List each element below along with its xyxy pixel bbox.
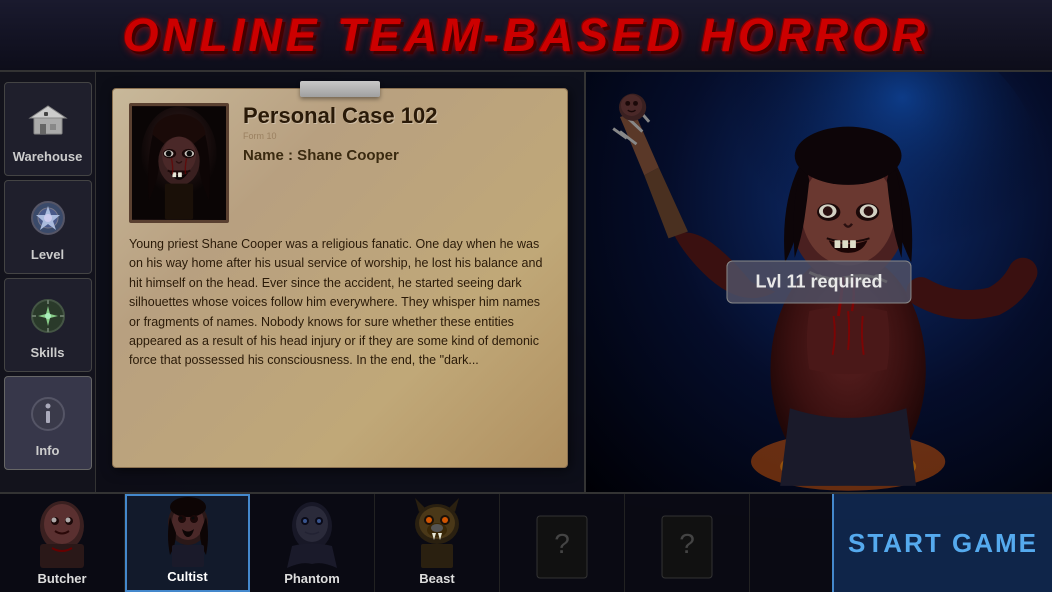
- sidebar-item-warehouse[interactable]: Warehouse: [4, 82, 92, 176]
- butcher-label: Butcher: [37, 571, 86, 586]
- case-paper: Personal Case 102 Form 10 Name : Shane C…: [112, 88, 568, 468]
- level-label: Level: [31, 247, 64, 262]
- sidebar: Warehouse Level Skills: [0, 72, 96, 492]
- char-slot-cultist[interactable]: Cultist: [125, 494, 250, 592]
- case-photo: [129, 103, 229, 223]
- cultist-preview: [127, 495, 248, 567]
- sidebar-item-level[interactable]: Level: [4, 180, 92, 274]
- case-header: Personal Case 102 Form 10 Name : Shane C…: [129, 103, 551, 223]
- phantom-preview: [250, 494, 374, 569]
- sidebar-item-skills[interactable]: Skills: [4, 278, 92, 372]
- case-name: Name : Shane Cooper: [243, 147, 551, 164]
- slot6-preview: ?: [625, 509, 749, 584]
- warehouse-label: Warehouse: [13, 149, 83, 164]
- slot5-preview: ?: [500, 509, 624, 584]
- svg-text:?: ?: [679, 528, 695, 559]
- char-slot-5[interactable]: ?: [500, 494, 625, 592]
- beast-preview: [375, 494, 499, 569]
- char-slot-6[interactable]: ?: [625, 494, 750, 592]
- char-slot-phantom[interactable]: Phantom: [250, 494, 375, 592]
- info-icon: [23, 389, 73, 439]
- sidebar-item-info[interactable]: Info: [4, 376, 92, 470]
- case-title-area: Personal Case 102 Form 10 Name : Shane C…: [243, 103, 551, 164]
- char-slot-butcher[interactable]: Butcher: [0, 494, 125, 592]
- monster-area: Lvl 11 required: [586, 72, 1052, 492]
- info-label: Info: [36, 443, 60, 458]
- case-body: Young priest Shane Cooper was a religiou…: [129, 235, 551, 371]
- bottom-bar: Butcher: [0, 492, 1052, 592]
- lvl-required-text: Lvl 11 required: [755, 272, 882, 292]
- svg-text:?: ?: [554, 528, 570, 559]
- skills-icon: [23, 291, 73, 341]
- title-bar: ONLINE TEAM-BASED HORROR: [0, 0, 1052, 72]
- cultist-label: Cultist: [167, 569, 207, 584]
- game-title: ONLINE TEAM-BASED HORROR: [123, 8, 929, 62]
- case-panel: Personal Case 102 Form 10 Name : Shane C…: [96, 72, 586, 492]
- start-game-label: START GAME: [848, 528, 1038, 559]
- case-faint-text: Form 10: [243, 131, 551, 141]
- character-slots: Butcher: [0, 494, 832, 592]
- char-slot-beast[interactable]: Beast: [375, 494, 500, 592]
- phantom-label: Phantom: [284, 571, 340, 586]
- butcher-preview: [0, 494, 124, 569]
- level-icon: [23, 193, 73, 243]
- warehouse-icon: [23, 95, 73, 145]
- lvl-required-badge: Lvl 11 required: [726, 261, 911, 304]
- beast-label: Beast: [419, 571, 454, 586]
- start-game-button[interactable]: START GAME: [832, 494, 1052, 592]
- skills-label: Skills: [31, 345, 65, 360]
- content-area: Personal Case 102 Form 10 Name : Shane C…: [96, 72, 1052, 492]
- case-number: Personal Case 102: [243, 103, 551, 129]
